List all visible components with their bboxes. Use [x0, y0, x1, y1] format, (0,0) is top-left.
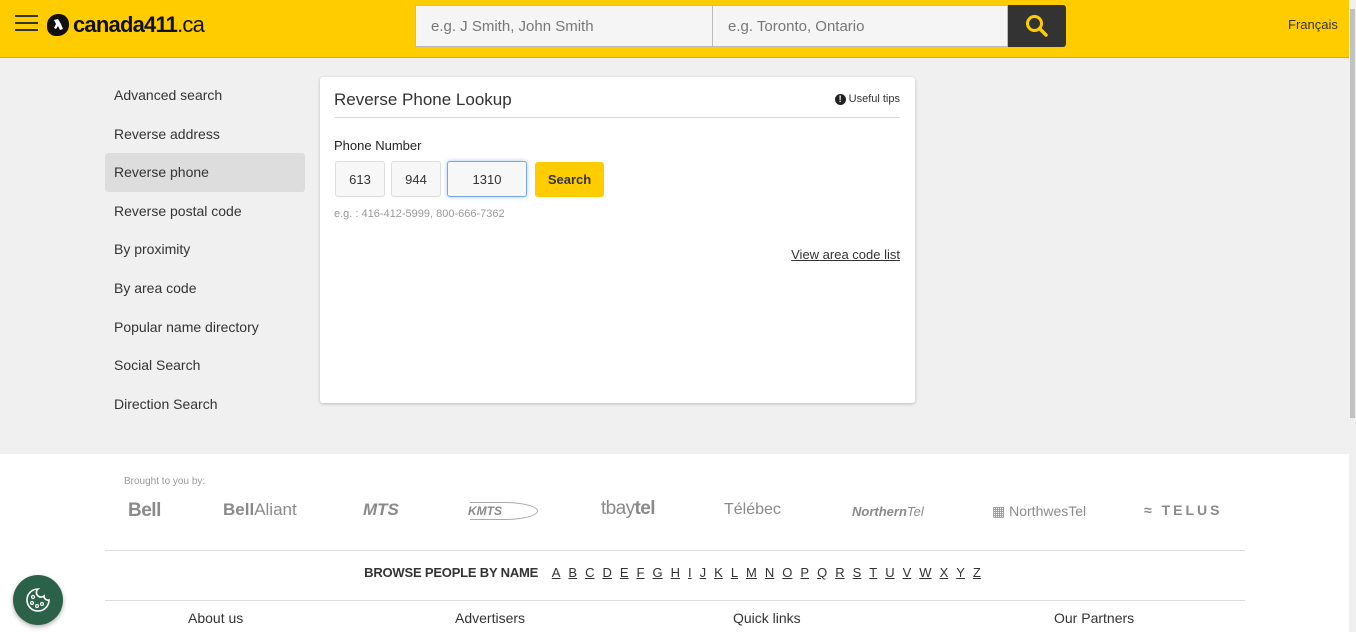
letter-link-w[interactable]: W	[919, 565, 931, 580]
divider	[334, 117, 900, 118]
mts-logo[interactable]: MTS	[363, 500, 399, 520]
letter-link-e[interactable]: E	[620, 565, 629, 580]
header-search	[415, 5, 1066, 47]
prefix-input[interactable]	[391, 161, 441, 197]
footer-quick-links[interactable]: Quick links	[733, 610, 801, 626]
cookie-icon	[26, 588, 50, 612]
brought-to-you-by-label: Brought to you by:	[124, 476, 206, 487]
site-header: canada411.ca Français	[0, 0, 1349, 58]
letter-link-l[interactable]: L	[731, 565, 738, 580]
letter-link-x[interactable]: X	[940, 565, 949, 580]
telebec-logo[interactable]: Télébec	[724, 501, 781, 519]
useful-tips-link[interactable]: ! Useful tips	[834, 93, 900, 105]
letter-link-a[interactable]: A	[552, 565, 561, 580]
letter-link-r[interactable]: R	[835, 565, 844, 580]
letter-link-s[interactable]: S	[853, 565, 862, 580]
bell-logo[interactable]: Bell	[128, 500, 161, 522]
letter-link-v[interactable]: V	[903, 565, 912, 580]
phone-number-label: Phone Number	[334, 138, 422, 153]
sidebar-item-social-search[interactable]: Social Search	[105, 346, 305, 385]
footer-advertisers[interactable]: Advertisers	[455, 610, 525, 626]
browse-by-name: BROWSE PEOPLE BY NAME ABCDEFGHIJKLMNOPQR…	[0, 565, 1349, 580]
letter-link-i[interactable]: I	[688, 565, 692, 580]
sidebar-item-by-area-code[interactable]: By area code	[105, 269, 305, 308]
cookie-settings-button[interactable]	[13, 575, 63, 625]
logo-text: canada411.ca	[73, 12, 205, 37]
walking-fingers-icon	[47, 14, 69, 36]
tbaytel-logo[interactable]: tbaytel	[601, 498, 656, 520]
letter-link-z[interactable]: Z	[973, 565, 981, 580]
sidebar-item-popular-name-directory[interactable]: Popular name directory	[105, 308, 305, 347]
letter-links: ABCDEFGHIJKLMNOPQRSTUVWXYZ	[548, 565, 985, 580]
letter-link-k[interactable]: K	[714, 565, 723, 580]
search-button[interactable]: Search	[535, 161, 604, 197]
letter-link-q[interactable]: Q	[817, 565, 827, 580]
sidebar-nav: Advanced search Reverse address Reverse …	[105, 76, 305, 423]
letter-link-u[interactable]: U	[885, 565, 894, 580]
letter-link-c[interactable]: C	[585, 565, 594, 580]
footer-divider	[105, 600, 1245, 601]
menu-icon[interactable]	[15, 15, 38, 31]
area-code-input[interactable]	[335, 161, 385, 197]
letter-link-p[interactable]: P	[800, 565, 809, 580]
kmts-logo[interactable]: KMTS	[468, 504, 502, 518]
browse-label: BROWSE PEOPLE BY NAME	[364, 565, 539, 580]
site-footer: Brought to you by: Bell BellAliant MTS K…	[0, 454, 1349, 632]
sidebar-item-by-proximity[interactable]: By proximity	[105, 230, 305, 269]
sidebar-item-direction-search[interactable]: Direction Search	[105, 385, 305, 424]
letter-link-m[interactable]: M	[746, 565, 757, 580]
letter-link-t[interactable]: T	[869, 565, 877, 580]
footer-about-us[interactable]: About us	[188, 610, 243, 626]
footer-divider	[105, 550, 1245, 551]
search-icon	[1026, 15, 1048, 37]
northerntel-logo[interactable]: NorthernTel	[852, 504, 924, 519]
card-title: Reverse Phone Lookup	[334, 90, 512, 109]
sidebar-item-reverse-address[interactable]: Reverse address	[105, 115, 305, 154]
page-scrollbar[interactable]	[1349, 0, 1356, 632]
bellaliant-logo[interactable]: BellAliant	[223, 500, 297, 520]
view-area-code-list-link[interactable]: View area code list	[791, 247, 900, 262]
letter-link-j[interactable]: J	[700, 565, 707, 580]
reverse-phone-card: Reverse Phone Lookup ! Useful tips Phone…	[320, 77, 915, 403]
header-search-button[interactable]	[1008, 5, 1066, 47]
sidebar-item-reverse-phone[interactable]: Reverse phone	[105, 153, 305, 192]
search-where-input[interactable]	[712, 5, 1008, 47]
scrollbar-thumb[interactable]	[1350, 9, 1355, 418]
letter-link-g[interactable]: G	[653, 565, 663, 580]
useful-tips-label: Useful tips	[848, 93, 900, 105]
example-text: e.g. : 416-412-5999, 800-666-7362	[334, 208, 505, 220]
letter-link-d[interactable]: D	[602, 565, 611, 580]
northwestel-logo[interactable]: ▦ NorthwesTel	[992, 503, 1086, 520]
letter-link-y[interactable]: Y	[956, 565, 965, 580]
partner-logos: Bell BellAliant MTS KMTS tbaytel Télébec…	[0, 494, 1349, 530]
sidebar-item-reverse-postal-code[interactable]: Reverse postal code	[105, 192, 305, 231]
letter-link-f[interactable]: F	[637, 565, 645, 580]
letter-link-h[interactable]: H	[671, 565, 680, 580]
search-who-input[interactable]	[415, 5, 712, 47]
info-icon: !	[834, 93, 846, 105]
language-link[interactable]: Français	[1288, 17, 1338, 32]
telus-logo[interactable]: ≈ TELUS	[1144, 502, 1222, 518]
letter-link-o[interactable]: O	[782, 565, 792, 580]
letter-link-b[interactable]: B	[568, 565, 577, 580]
sidebar-item-advanced-search[interactable]: Advanced search	[105, 76, 305, 115]
logo[interactable]: canada411.ca	[47, 12, 205, 38]
footer-our-partners[interactable]: Our Partners	[1054, 610, 1134, 626]
letter-link-n[interactable]: N	[765, 565, 774, 580]
line-number-input[interactable]	[447, 161, 527, 197]
phone-number-form: Search	[335, 161, 604, 197]
